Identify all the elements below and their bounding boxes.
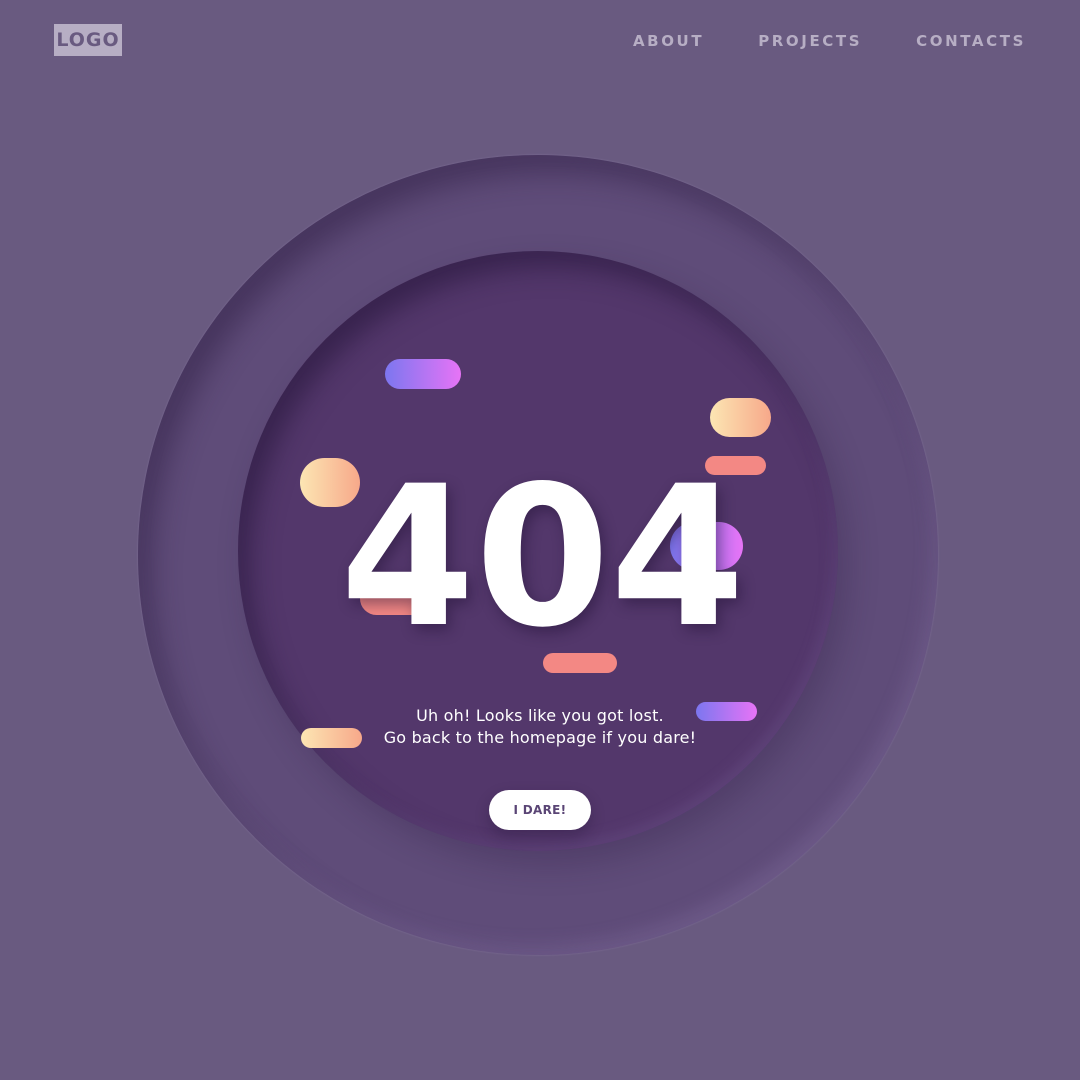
main-nav: ABOUT PROJECTS CONTACTS xyxy=(633,30,1026,52)
decor-pill-purple-top xyxy=(385,359,461,389)
nav-about-link[interactable]: ABOUT xyxy=(633,30,704,52)
logo[interactable]: LOGO xyxy=(54,24,122,56)
nav-projects-link[interactable]: PROJECTS xyxy=(758,30,862,52)
error-message-line-2: Go back to the homepage if you dare! xyxy=(383,728,697,747)
decor-pill-peach-right xyxy=(710,398,771,437)
error-message: Uh oh! Looks like you got lost. Go back … xyxy=(340,705,740,749)
error-message-line-1: Uh oh! Looks like you got lost. xyxy=(416,706,664,725)
error-code: 404 xyxy=(340,444,745,670)
i-dare-button[interactable]: I DARE! xyxy=(489,790,591,830)
decor-pill-salmon-bottom xyxy=(543,653,617,673)
nav-contacts-link[interactable]: CONTACTS xyxy=(916,30,1026,52)
